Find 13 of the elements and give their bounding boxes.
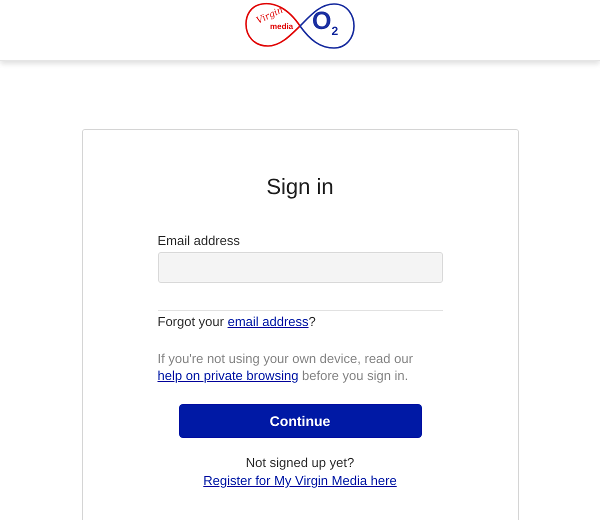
register-prompt: Not signed up yet? — [246, 455, 354, 470]
email-address-link[interactable]: email address — [228, 314, 309, 329]
email-field[interactable] — [158, 252, 442, 283]
continue-button[interactable]: Continue — [178, 404, 422, 438]
logo-text: media — [270, 22, 294, 31]
register-link[interactable]: Register for My Virgin Media here — [203, 473, 397, 488]
privacy-note: If you're not using your own device, read our help on private browsing before you sign in. — [158, 350, 414, 384]
infinity-loop-icon — [245, 2, 355, 49]
logo-text: O$_{2}$ — [312, 7, 338, 38]
field-label: Email address — [158, 233, 241, 248]
forgot-text: Forgot your email address? — [158, 314, 317, 329]
page-title: Sign in — [265, 174, 335, 200]
private-browsing-link[interactable]: help on private browsing — [158, 368, 298, 383]
